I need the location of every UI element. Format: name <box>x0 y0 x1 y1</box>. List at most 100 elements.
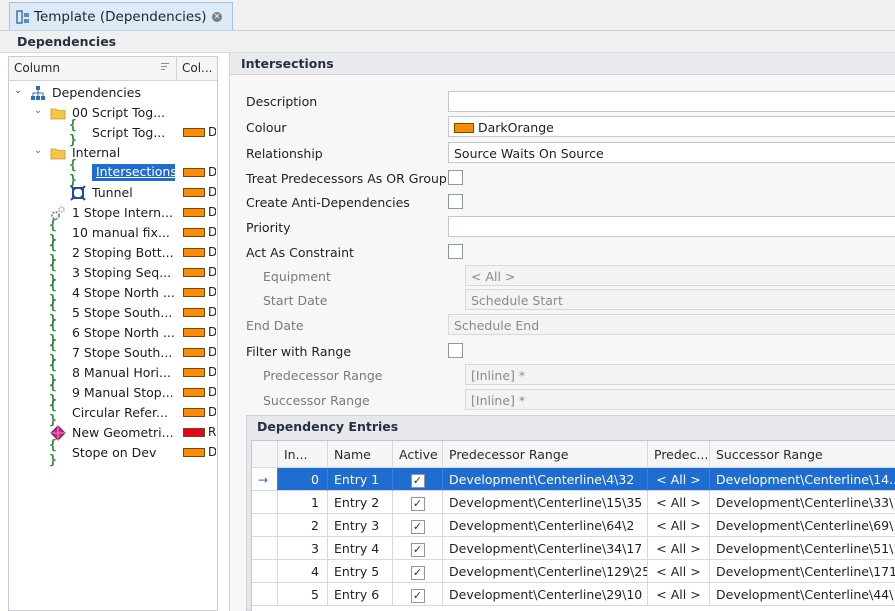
tree-item[interactable]: { }9 Manual Stop...D <box>9 378 217 408</box>
sort-icon[interactable] <box>161 63 169 73</box>
column-header-column[interactable]: Column <box>9 57 177 81</box>
relationship-dropdown[interactable]: Source Waits On Source <box>448 142 895 163</box>
column-header-predecessor-equipment[interactable]: Predec... <box>648 441 710 468</box>
tree-item-label: Circular Refer... <box>72 405 168 420</box>
hierarchy-icon <box>29 84 46 101</box>
cell-index[interactable]: 0 <box>278 468 328 491</box>
priority-field[interactable] <box>448 216 895 237</box>
column-header-successor-range[interactable]: Successor Range <box>710 441 895 468</box>
act-as-constraint-checkbox[interactable] <box>448 244 463 259</box>
cell-successor-range[interactable]: Development\Centerline\69\1 <box>710 514 895 537</box>
cell-index[interactable]: 5 <box>278 583 328 606</box>
tree-item[interactable]: ⌄ 00 Script Tog... <box>9 103 217 123</box>
cell-name[interactable]: Entry 2 <box>328 491 393 514</box>
tree-item[interactable]: New Geometri... R <box>9 423 217 443</box>
cell-predecessor-range[interactable]: Development\Centerline\4\32 <box>443 468 648 491</box>
anti-dependencies-label: Create Anti-Dependencies <box>246 195 410 210</box>
cell-name[interactable]: Entry 4 <box>328 537 393 560</box>
column-header-index[interactable]: In... <box>278 441 328 468</box>
row-indicator[interactable]: → <box>252 468 278 491</box>
description-label: Description <box>246 94 318 109</box>
tree-item[interactable]: { } Intersections D <box>9 158 217 188</box>
description-field[interactable] <box>448 91 895 112</box>
row-indicator[interactable] <box>252 560 278 583</box>
tree-item[interactable]: { }2 Stoping Bott...D <box>9 238 217 268</box>
colour-value: DarkOrange <box>478 120 554 135</box>
tree-item[interactable]: ⌄ Internal <box>9 143 217 163</box>
colour-swatch <box>183 348 205 357</box>
column-header-colour[interactable]: Col... <box>177 57 217 81</box>
cell-predecessor-equipment[interactable]: < All > <box>648 560 710 583</box>
cell-predecessor-range[interactable]: Development\Centerline\34\17 <box>443 537 648 560</box>
dependency-entries-grid[interactable]: In... Name Active Predecessor Range Pred… <box>251 440 895 611</box>
tree-item[interactable]: { }3 Stoping Seq...D <box>9 258 217 288</box>
tree-item[interactable]: ⌄ Dependencies <box>9 83 217 103</box>
dependency-tree[interactable]: Column Col... ⌄ Dependencies ⌄ 00 Script To… <box>8 56 218 611</box>
cell-name[interactable]: Entry 3 <box>328 514 393 537</box>
cell-name[interactable]: Entry 5 <box>328 560 393 583</box>
cell-active[interactable]: ✓ <box>393 468 443 491</box>
active-checkbox[interactable]: ✓ <box>410 474 425 488</box>
cell-index[interactable]: 2 <box>278 514 328 537</box>
row-indicator[interactable] <box>252 583 278 606</box>
tree-item[interactable]: Tunnel D <box>9 183 217 203</box>
cell-predecessor-equipment[interactable]: < All > <box>648 468 710 491</box>
cell-index[interactable]: 3 <box>278 537 328 560</box>
cell-name[interactable]: Entry 6 <box>328 583 393 606</box>
close-icon[interactable]: ✕ <box>212 12 222 22</box>
cell-active[interactable]: ✓ <box>393 583 443 606</box>
active-checkbox[interactable]: ✓ <box>410 543 425 557</box>
chevron-down-icon[interactable]: ⌄ <box>33 146 43 156</box>
tree-item[interactable]: { } Script Tog... D <box>9 118 217 148</box>
cell-name[interactable]: Entry 1 <box>328 468 393 491</box>
row-indicator[interactable] <box>252 514 278 537</box>
cell-predecessor-range[interactable]: Development\Centerline\129\25 <box>443 560 648 583</box>
active-checkbox[interactable]: ✓ <box>410 497 425 511</box>
cell-successor-range[interactable]: Development\Centerline\44\1 <box>710 583 895 606</box>
cell-index[interactable]: 1 <box>278 491 328 514</box>
cell-active[interactable]: ✓ <box>393 514 443 537</box>
chevron-down-icon[interactable]: ⌄ <box>33 106 43 116</box>
cell-predecessor-equipment[interactable]: < All > <box>648 491 710 514</box>
tree-item[interactable]: { } Circular Refer... D <box>9 398 217 428</box>
cell-active[interactable]: ✓ <box>393 537 443 560</box>
cell-predecessor-range[interactable]: Development\Centerline\64\2 <box>443 514 648 537</box>
row-indicator[interactable] <box>252 491 278 514</box>
column-header-name[interactable]: Name <box>328 441 393 468</box>
cell-successor-range[interactable]: Development\Centerline\171\1 <box>710 560 895 583</box>
anti-dependencies-checkbox[interactable] <box>448 194 463 209</box>
relationship-label: Relationship <box>246 146 323 161</box>
active-checkbox[interactable]: ✓ <box>410 566 425 580</box>
tree-item[interactable]: { }4 Stope North ...D <box>9 278 217 308</box>
active-checkbox[interactable]: ✓ <box>410 589 425 603</box>
tree-item[interactable]: { }8 Manual Hori...D <box>9 358 217 388</box>
tree-item[interactable]: { }10 manual fix...D <box>9 218 217 248</box>
tree-item[interactable]: { } Stope on Dev D <box>9 438 217 468</box>
cell-active[interactable]: ✓ <box>393 491 443 514</box>
cell-successor-range[interactable]: Development\Centerline\33\1 <box>710 491 895 514</box>
tree-item-label: 1 Stope Intern... <box>72 205 173 220</box>
tree-item[interactable]: { }7 Stope South...D <box>9 338 217 368</box>
cell-active[interactable]: ✓ <box>393 560 443 583</box>
cell-index[interactable]: 4 <box>278 560 328 583</box>
treat-or-checkbox[interactable] <box>448 170 463 185</box>
tree-item[interactable]: { }5 Stope South...D <box>9 298 217 328</box>
active-checkbox[interactable]: ✓ <box>410 520 425 534</box>
colour-name-truncated: D <box>208 365 216 379</box>
cell-successor-range[interactable]: Development\Centerline\51\1 <box>710 537 895 560</box>
cell-predecessor-range[interactable]: Development\Centerline\29\10 <box>443 583 648 606</box>
column-header-active[interactable]: Active <box>393 441 443 468</box>
colour-picker[interactable]: DarkOrange <box>448 116 895 137</box>
tab-template-dependencies[interactable]: Template (Dependencies) ✕ <box>9 2 233 30</box>
row-indicator[interactable] <box>252 537 278 560</box>
column-header-predecessor-range[interactable]: Predecessor Range <box>443 441 648 468</box>
cell-predecessor-range[interactable]: Development\Centerline\15\35 <box>443 491 648 514</box>
tree-item[interactable]: { }6 Stope North ...D <box>9 318 217 348</box>
cell-predecessor-equipment[interactable]: < All > <box>648 583 710 606</box>
cell-predecessor-equipment[interactable]: < All > <box>648 514 710 537</box>
tree-item[interactable]: 1 Stope Intern... D <box>9 203 217 223</box>
chevron-down-icon[interactable]: ⌄ <box>13 86 23 96</box>
cell-predecessor-equipment[interactable]: < All > <box>648 537 710 560</box>
filter-with-range-checkbox[interactable] <box>448 343 463 358</box>
cell-successor-range[interactable]: Development\Centerline\14... <box>710 468 895 491</box>
